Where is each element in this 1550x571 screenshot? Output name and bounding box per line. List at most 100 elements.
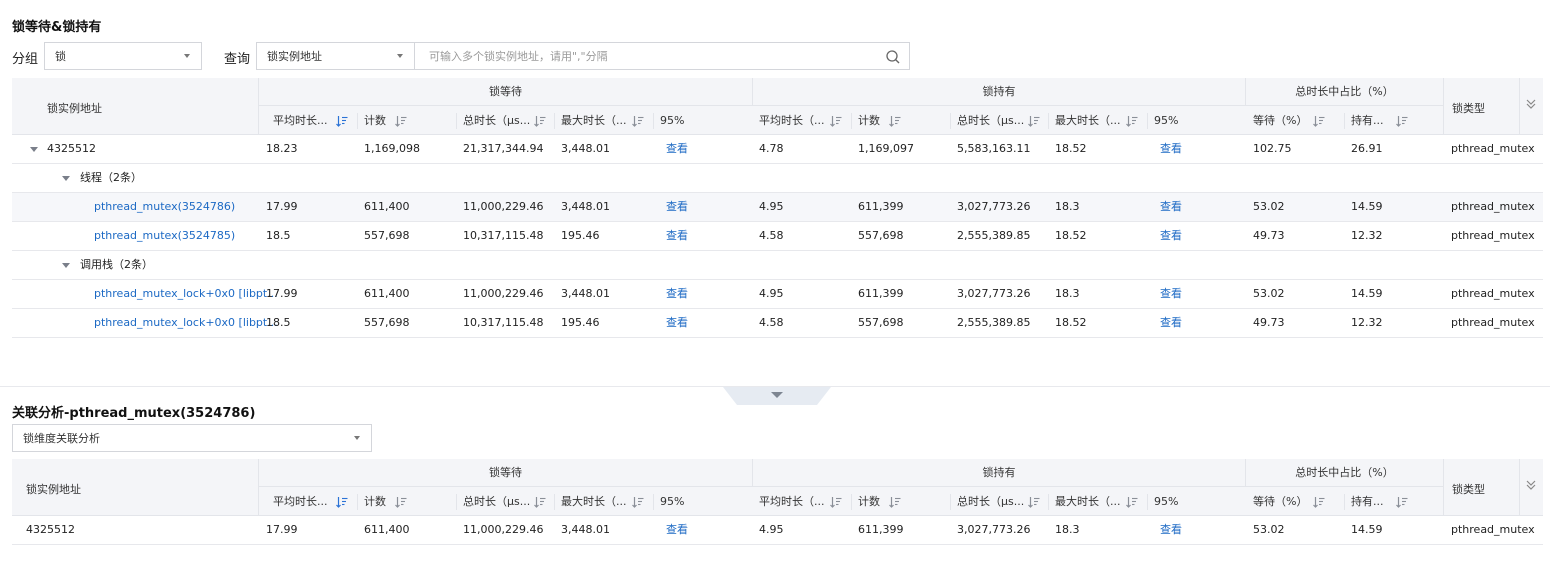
table-cell: 557,698: [858, 229, 904, 242]
row-label[interactable]: pthread_mutex_lock+0x0 [libpt...: [94, 280, 278, 308]
column-header[interactable]: 平均时长（...: [759, 488, 825, 516]
group-select[interactable]: 锁: [44, 42, 202, 70]
view-link[interactable]: 查看: [666, 516, 688, 544]
view-link[interactable]: 查看: [666, 280, 688, 308]
row-label[interactable]: pthread_mutex(3524785): [94, 222, 235, 250]
header-lock-address: 锁实例地址: [26, 483, 81, 496]
sort-icon[interactable]: [1313, 496, 1325, 508]
sort-icon[interactable]: [889, 115, 901, 127]
lock-table: 锁实例地址 锁等待 锁持有 总时长中占比（%） 锁类型 平均时长... 计数 总时长…: [12, 78, 1543, 338]
column-header[interactable]: 总时长（μs...: [463, 107, 530, 135]
header-divider: [1519, 78, 1520, 135]
view-link[interactable]: 查看: [666, 135, 688, 163]
table-cell: pthread_mutex: [1451, 200, 1535, 213]
view-link[interactable]: 查看: [1160, 516, 1182, 544]
sort-icon[interactable]: [534, 115, 546, 127]
search-icon[interactable]: [885, 49, 901, 65]
view-link[interactable]: 查看: [666, 222, 688, 250]
sort-icon[interactable]: [1126, 496, 1138, 508]
sort-icon[interactable]: [395, 115, 407, 127]
view-link[interactable]: 查看: [1160, 135, 1182, 163]
table-row[interactable]: pthread_mutex(3524785) 18.5 557,698 10,317,…: [12, 222, 1543, 251]
sort-icon[interactable]: [336, 115, 348, 127]
column-header[interactable]: 等待（%）: [1253, 107, 1307, 135]
sort-icon[interactable]: [1396, 496, 1408, 508]
table-row[interactable]: 4325512 17.99 611,400 11,000,229.46 3,448.01…: [12, 516, 1543, 545]
row-label: 线程（2条）: [80, 171, 142, 184]
column-header[interactable]: 最大时长（...: [561, 107, 627, 135]
column-divider: [950, 113, 951, 129]
column-header[interactable]: 平均时长（...: [759, 107, 825, 135]
header-divider: [1519, 459, 1520, 516]
dimension-select[interactable]: 锁维度关联分析: [12, 424, 372, 452]
column-header[interactable]: 最大时长（...: [1055, 107, 1121, 135]
expand-columns-icon[interactable]: [1525, 98, 1537, 110]
column-header[interactable]: 95%: [1154, 488, 1178, 516]
column-header[interactable]: 计数: [858, 107, 880, 135]
column-header[interactable]: 95%: [660, 488, 684, 516]
sort-icon[interactable]: [632, 115, 644, 127]
sort-icon[interactable]: [395, 496, 407, 508]
view-link[interactable]: 查看: [666, 193, 688, 221]
query-label: 查询: [224, 52, 251, 67]
search-placeholder: 可输入多个锁实例地址，请用","分隔: [429, 50, 608, 63]
sort-icon[interactable]: [889, 496, 901, 508]
sort-icon[interactable]: [830, 496, 842, 508]
table-row[interactable]: pthread_mutex_lock+0x0 [libpt... 17.99 611…: [12, 280, 1543, 309]
header-group-wait: 锁等待: [258, 459, 752, 487]
column-header[interactable]: 持有...: [1351, 107, 1384, 135]
page-title: 锁等待&锁持有: [12, 20, 102, 35]
table-row[interactable]: 线程（2条）: [12, 164, 1543, 193]
column-header[interactable]: 95%: [1154, 107, 1178, 135]
view-link[interactable]: 查看: [1160, 193, 1182, 221]
view-link[interactable]: 查看: [1160, 222, 1182, 250]
column-header[interactable]: 计数: [858, 488, 880, 516]
table-cell: 102.75: [1253, 142, 1292, 155]
sort-icon[interactable]: [1126, 115, 1138, 127]
table-cell: 26.91: [1351, 142, 1383, 155]
column-header[interactable]: 总时长（μs...: [957, 488, 1024, 516]
column-divider: [1344, 113, 1345, 129]
column-header[interactable]: 总时长（μs...: [463, 488, 530, 516]
expand-caret-icon[interactable]: [30, 147, 38, 152]
query-field-select[interactable]: 锁实例地址: [256, 42, 415, 70]
table-row[interactable]: pthread_mutex_lock+0x0 [libpt... 18.5 557,…: [12, 309, 1543, 338]
column-header[interactable]: 平均时长...: [273, 488, 328, 516]
table-row[interactable]: 调用栈（2条）: [12, 251, 1543, 280]
sort-icon[interactable]: [1028, 496, 1040, 508]
table-cell: 18.5: [266, 316, 291, 329]
column-header[interactable]: 95%: [660, 107, 684, 135]
search-input[interactable]: 可输入多个锁实例地址，请用","分隔: [414, 42, 910, 70]
column-header[interactable]: 等待（%）: [1253, 488, 1307, 516]
row-label[interactable]: pthread_mutex_lock+0x0 [libpt...: [94, 309, 278, 337]
view-link[interactable]: 查看: [1160, 280, 1182, 308]
table-cell: 611,399: [858, 523, 904, 536]
column-header[interactable]: 持有...: [1351, 488, 1384, 516]
column-header[interactable]: 计数: [364, 107, 386, 135]
table-cell: 195.46: [561, 316, 600, 329]
table-row[interactable]: 4325512 18.23 1,169,098 21,317,344.94 3,448.…: [12, 135, 1543, 164]
expand-caret-icon[interactable]: [62, 263, 70, 268]
column-header[interactable]: 最大时长（...: [1055, 488, 1121, 516]
sort-icon[interactable]: [1313, 115, 1325, 127]
column-header[interactable]: 计数: [364, 488, 386, 516]
chevron-down-icon: [354, 436, 360, 440]
sort-icon[interactable]: [336, 496, 348, 508]
column-header[interactable]: 平均时长...: [273, 107, 328, 135]
group-label: 分组: [12, 52, 39, 67]
expand-columns-icon[interactable]: [1525, 479, 1537, 491]
sort-icon[interactable]: [1396, 115, 1408, 127]
column-header[interactable]: 最大时长（...: [561, 488, 627, 516]
table-row[interactable]: pthread_mutex(3524786) 17.99 611,400 11,000…: [12, 193, 1543, 222]
collapse-panel-toggle[interactable]: [723, 387, 831, 405]
view-link[interactable]: 查看: [1160, 309, 1182, 337]
table-cell: 18.23: [266, 142, 298, 155]
view-link[interactable]: 查看: [666, 309, 688, 337]
sort-icon[interactable]: [1028, 115, 1040, 127]
sort-icon[interactable]: [632, 496, 644, 508]
sort-icon[interactable]: [534, 496, 546, 508]
column-header[interactable]: 总时长（μs...: [957, 107, 1024, 135]
sort-icon[interactable]: [830, 115, 842, 127]
expand-caret-icon[interactable]: [62, 176, 70, 181]
row-label[interactable]: pthread_mutex(3524786): [94, 193, 235, 221]
